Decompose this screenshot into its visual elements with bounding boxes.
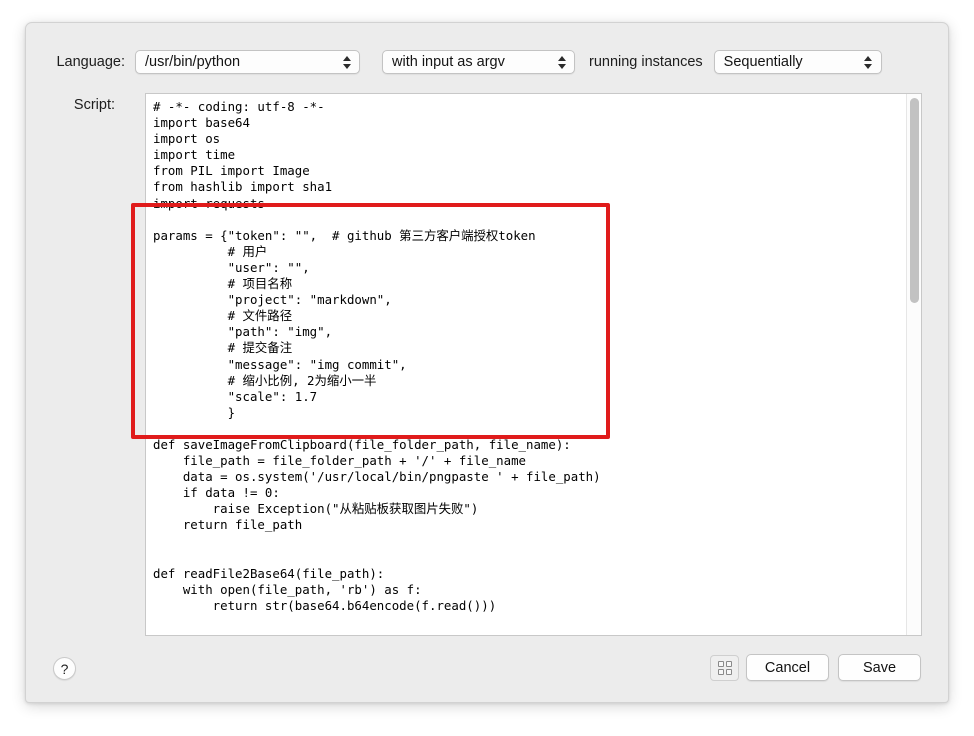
code-line: "path": "img", [153, 324, 333, 340]
code-line: return file_path [153, 517, 303, 533]
editor-scrollbar-thumb[interactable] [910, 98, 919, 303]
running-instances-label: running instances [589, 54, 703, 70]
code-line: import time [153, 147, 236, 163]
instances-select-value: Sequentially [723, 54, 803, 70]
code-line: # 项目名称 [153, 276, 293, 292]
script-editor-window: Language: /usr/bin/python with input as … [25, 22, 949, 703]
code-line: def readFile2Base64(file_path): [153, 565, 385, 581]
code-line: "message": "img commit", [153, 356, 407, 372]
code-line: if data != 0: [153, 485, 280, 501]
code-line: # 缩小比例, 2为缩小一半 [153, 372, 377, 388]
code-line: from PIL import Image [153, 163, 310, 179]
language-select-value: /usr/bin/python [145, 54, 241, 70]
input-mode-select-value: with input as argv [392, 54, 505, 70]
grid-2x2-icon [717, 661, 732, 675]
code-line: # 文件路径 [153, 308, 293, 324]
script-label: Script: [73, 97, 115, 113]
code-line: "user": "", [153, 259, 310, 275]
code-line: def saveImageFromClipboard(file_folder_p… [153, 436, 571, 452]
code-line: params = {"token": "", # github 第三方客户端授权… [153, 227, 536, 243]
code-line: "project": "markdown", [153, 292, 392, 308]
instances-select[interactable]: Sequentially [713, 50, 882, 74]
script-code-text[interactable]: # -*- coding: utf-8 -*- import base64 impo… [153, 99, 601, 614]
chevron-up-down-icon [341, 53, 352, 71]
code-line: data = os.system('/usr/local/bin/pngpast… [153, 469, 601, 485]
script-editor[interactable]: # -*- coding: utf-8 -*- import base64 impo… [145, 93, 922, 636]
code-line: return str(base64.b64encode(f.read())) [153, 597, 497, 613]
code-line: with open(file_path, 'rb') as f: [153, 581, 422, 597]
code-line: } [153, 404, 236, 420]
chevron-up-down-icon [863, 53, 874, 71]
language-label: Language: [56, 54, 125, 70]
code-line: # 提交备注 [153, 340, 293, 356]
grid-view-button[interactable] [710, 655, 739, 681]
screenshot-root: Language: /usr/bin/python with input as … [0, 0, 974, 736]
code-line: # -*- coding: utf-8 -*- [153, 99, 325, 114]
code-line: file_path = file_folder_path + '/' + fil… [153, 453, 526, 469]
help-button[interactable]: ? [53, 657, 76, 680]
code-line: import base64 [153, 115, 250, 131]
chevron-up-down-icon [556, 53, 567, 71]
code-line: import requests [153, 195, 265, 211]
editor-scrollbar[interactable] [906, 94, 921, 635]
save-button[interactable]: Save [838, 654, 921, 681]
language-select[interactable]: /usr/bin/python [135, 50, 360, 74]
cancel-button[interactable]: Cancel [746, 654, 829, 681]
code-line: import os [153, 131, 221, 147]
code-line: raise Exception("从粘贴板获取图片失败") [153, 501, 479, 517]
input-mode-select[interactable]: with input as argv [382, 50, 575, 74]
configuration-row: Language: /usr/bin/python with input as … [26, 45, 950, 79]
code-line: # 用户 [153, 243, 268, 259]
code-line: from hashlib import sha1 [153, 179, 333, 195]
code-line: "scale": 1.7 [153, 388, 318, 404]
